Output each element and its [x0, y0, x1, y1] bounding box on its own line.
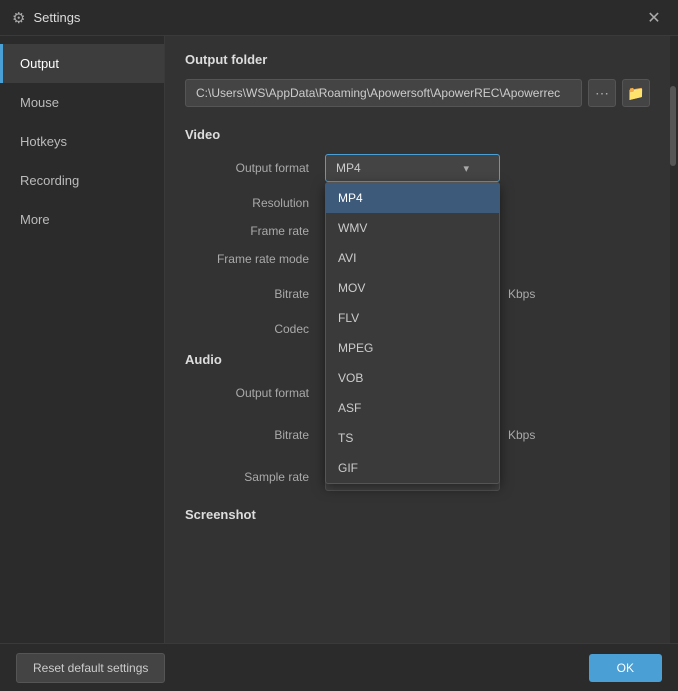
title-bar-left: ⚙ Settings: [12, 9, 80, 27]
dropdown-option-mp4[interactable]: MP4: [326, 183, 499, 213]
audio-bitrate-label: Bitrate: [185, 428, 325, 442]
settings-icon: ⚙: [12, 9, 25, 27]
dropdown-option-vob[interactable]: VOB: [326, 363, 499, 393]
title-bar: ⚙ Settings ✕: [0, 0, 678, 36]
output-format-row: Output format MP4 ▾ MP4 WMV AVI MOV FLV …: [185, 154, 650, 182]
bottom-bar: Reset default settings OK: [0, 643, 678, 691]
more-options-button[interactable]: ⋯: [588, 79, 616, 107]
dropdown-selected-value: MP4: [336, 161, 361, 175]
main-layout: Output Mouse Hotkeys Recording More Outp…: [0, 36, 678, 643]
output-path-display: C:\Users\WS\AppData\Roaming\Apowersoft\A…: [185, 79, 582, 107]
screenshot-section-title: Screenshot: [185, 507, 650, 522]
video-bitrate-unit: Kbps: [508, 287, 535, 301]
content-area: Output folder C:\Users\WS\AppData\Roamin…: [165, 36, 670, 643]
output-folder-title: Output folder: [185, 52, 650, 67]
resolution-label: Resolution: [185, 196, 325, 210]
reset-default-button[interactable]: Reset default settings: [16, 653, 165, 683]
close-button[interactable]: ✕: [642, 6, 666, 30]
frame-rate-mode-label: Frame rate mode: [185, 252, 325, 266]
window-title: Settings: [33, 10, 80, 25]
frame-rate-label: Frame rate: [185, 224, 325, 238]
sidebar-item-output[interactable]: Output: [0, 44, 164, 83]
audio-bitrate-unit: Kbps: [508, 428, 535, 442]
dropdown-option-mpeg[interactable]: MPEG: [326, 333, 499, 363]
dropdown-chevron-icon: ▾: [463, 162, 469, 175]
sidebar-item-hotkeys[interactable]: Hotkeys: [0, 122, 164, 161]
dropdown-option-flv[interactable]: FLV: [326, 303, 499, 333]
dropdown-option-avi[interactable]: AVI: [326, 243, 499, 273]
output-format-label: Output format: [185, 161, 325, 175]
video-section-title: Video: [185, 127, 650, 142]
dropdown-option-ts[interactable]: TS: [326, 423, 499, 453]
output-folder-row: C:\Users\WS\AppData\Roaming\Apowersoft\A…: [185, 79, 650, 107]
dropdown-option-wmv[interactable]: WMV: [326, 213, 499, 243]
dropdown-trigger[interactable]: MP4 ▾: [325, 154, 500, 182]
sidebar-item-recording[interactable]: Recording: [0, 161, 164, 200]
dropdown-option-mov[interactable]: MOV: [326, 273, 499, 303]
output-format-control: MP4 ▾ MP4 WMV AVI MOV FLV MPEG VOB ASF T…: [325, 154, 650, 182]
video-bitrate-label: Bitrate: [185, 287, 325, 301]
codec-label: Codec: [185, 322, 325, 336]
ok-button[interactable]: OK: [589, 654, 662, 682]
dropdown-menu: MP4 WMV AVI MOV FLV MPEG VOB ASF TS GIF: [325, 182, 500, 484]
scrollbar-thumb[interactable]: [670, 86, 676, 166]
dropdown-option-asf[interactable]: ASF: [326, 393, 499, 423]
sample-rate-label: Sample rate: [185, 470, 325, 484]
sidebar-item-mouse[interactable]: Mouse: [0, 83, 164, 122]
sidebar: Output Mouse Hotkeys Recording More: [0, 36, 165, 643]
scrollbar-track: [670, 36, 678, 643]
browse-folder-button[interactable]: 📁: [622, 79, 650, 107]
sidebar-item-more[interactable]: More: [0, 200, 164, 239]
dropdown-option-gif[interactable]: GIF: [326, 453, 499, 483]
output-format-dropdown[interactable]: MP4 ▾ MP4 WMV AVI MOV FLV MPEG VOB ASF T…: [325, 154, 500, 182]
audio-format-label: Output format: [185, 386, 325, 400]
